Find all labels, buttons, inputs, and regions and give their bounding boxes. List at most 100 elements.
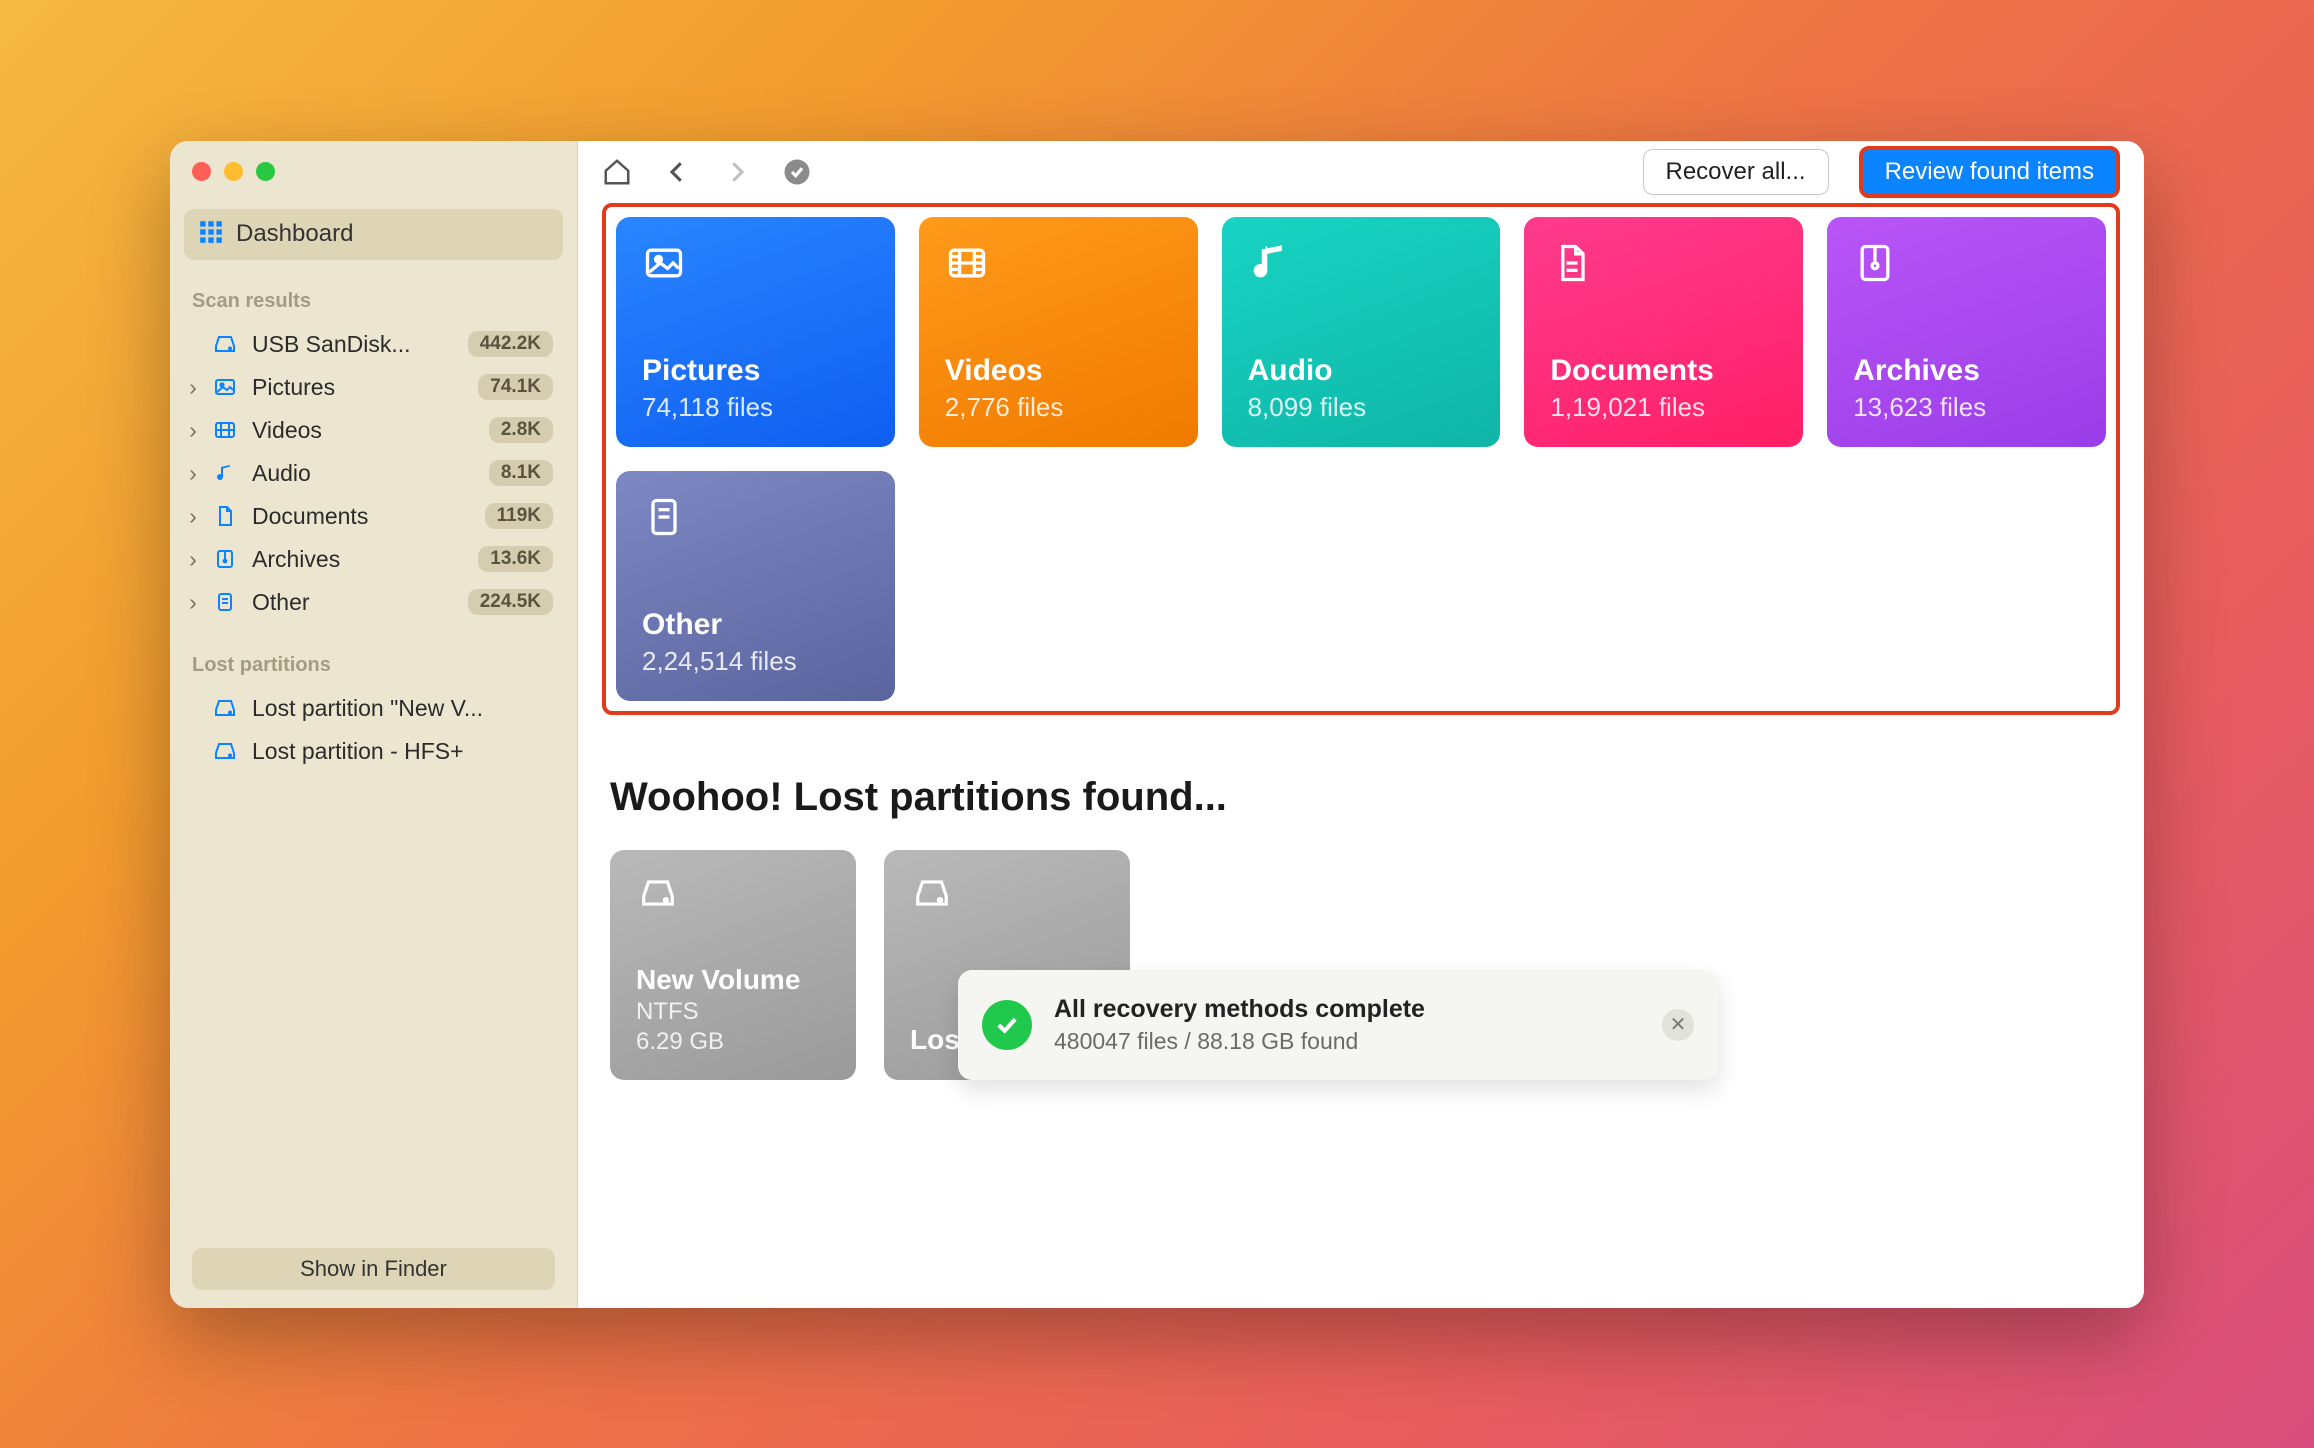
- check-circle-icon[interactable]: [782, 157, 812, 187]
- card-title: Audio: [1248, 354, 1475, 388]
- sidebar-item-dashboard[interactable]: Dashboard: [184, 209, 563, 260]
- partition-fs: NTFS: [636, 998, 830, 1026]
- sidebar-section-lost-partitions: Lost partitions: [184, 624, 563, 687]
- drive-icon: [636, 874, 830, 917]
- close-window-button[interactable]: [192, 162, 211, 181]
- count-badge: 74.1K: [478, 374, 553, 400]
- partition-size: 6.29 GB: [636, 1028, 830, 1056]
- sidebar-item-audio[interactable]: › Audio 8.1K: [184, 452, 563, 495]
- card-title: Other: [642, 608, 869, 642]
- toolbar: Recover all... Review found items: [578, 141, 2144, 203]
- app-window: Dashboard Scan results › USB SanDisk... …: [170, 141, 2144, 1308]
- show-in-finder-button[interactable]: Show in Finder: [192, 1248, 555, 1290]
- card-subtitle: 74,118 files: [642, 392, 869, 423]
- chevron-right-icon[interactable]: ›: [184, 460, 202, 487]
- drive-icon: [210, 332, 240, 356]
- count-badge: 8.1K: [489, 460, 553, 486]
- music-note-icon: [210, 461, 240, 485]
- image-icon: [642, 241, 869, 301]
- lost-partitions-heading: Woohoo! Lost partitions found...: [602, 715, 2120, 850]
- card-subtitle: 1,19,021 files: [1550, 392, 1777, 423]
- card-title: Documents: [1550, 354, 1777, 388]
- card-subtitle: 2,24,514 files: [642, 646, 869, 677]
- sidebar-item-label: Videos: [248, 417, 481, 444]
- sidebar-item-documents[interactable]: › Documents 119K: [184, 495, 563, 538]
- category-card-grid: Pictures 74,118 files Videos 2,776 files…: [602, 203, 2120, 715]
- sidebar-item-label: Audio: [248, 460, 481, 487]
- sidebar-drive-label: USB SanDisk...: [248, 331, 460, 358]
- toast-title: All recovery methods complete: [1054, 995, 1640, 1024]
- card-subtitle: 2,776 files: [945, 392, 1172, 423]
- sidebar-item-pictures[interactable]: › Pictures 74.1K: [184, 366, 563, 409]
- window-titlebar: [170, 141, 577, 203]
- chevron-right-icon[interactable]: ›: [184, 417, 202, 444]
- archive-icon: [1853, 241, 2080, 301]
- image-icon: [210, 375, 240, 399]
- category-card-archives[interactable]: Archives 13,623 files: [1827, 217, 2106, 447]
- count-badge: 2.8K: [489, 417, 553, 443]
- card-title: Archives: [1853, 354, 2080, 388]
- grid-icon: [198, 219, 224, 250]
- sidebar-item-videos[interactable]: › Videos 2.8K: [184, 409, 563, 452]
- partition-title: New Volume: [636, 964, 830, 996]
- drive-icon: [210, 696, 240, 720]
- category-card-videos[interactable]: Videos 2,776 files: [919, 217, 1198, 447]
- sidebar-item-archives[interactable]: › Archives 13.6K: [184, 538, 563, 581]
- sidebar-item-label: Archives: [248, 546, 470, 573]
- forward-button: [722, 157, 752, 187]
- card-title: Pictures: [642, 354, 869, 388]
- recovery-complete-toast: All recovery methods complete 480047 fil…: [958, 970, 1718, 1080]
- sidebar-item-lost-partition[interactable]: Lost partition "New V...: [184, 687, 563, 730]
- sidebar-item-label: Lost partition - HFS+: [248, 738, 553, 765]
- review-found-items-button[interactable]: Review found items: [1859, 146, 2120, 198]
- page-icon: [642, 495, 869, 555]
- sidebar-item-label: Other: [248, 589, 460, 616]
- zoom-window-button[interactable]: [256, 162, 275, 181]
- card-title: Videos: [945, 354, 1172, 388]
- sidebar-dashboard-label: Dashboard: [236, 220, 353, 248]
- check-icon: [982, 1000, 1032, 1050]
- music-note-icon: [1248, 241, 1475, 301]
- drive-icon: [910, 874, 1104, 917]
- content-area: Pictures 74,118 files Videos 2,776 files…: [578, 203, 2144, 1080]
- count-badge: 224.5K: [468, 589, 553, 615]
- category-card-audio[interactable]: Audio 8,099 files: [1222, 217, 1501, 447]
- card-subtitle: 13,623 files: [1853, 392, 2080, 423]
- minimize-window-button[interactable]: [224, 162, 243, 181]
- category-card-documents[interactable]: Documents 1,19,021 files: [1524, 217, 1803, 447]
- home-icon[interactable]: [602, 157, 632, 187]
- chevron-right-icon[interactable]: ›: [184, 546, 202, 573]
- chevron-right-icon[interactable]: ›: [184, 503, 202, 530]
- sidebar-item-other[interactable]: › Other 224.5K: [184, 581, 563, 624]
- sidebar-item-label: Pictures: [248, 374, 470, 401]
- sidebar-drive-badge: 442.2K: [468, 331, 553, 357]
- sidebar-item-lost-partition[interactable]: Lost partition - HFS+: [184, 730, 563, 773]
- partition-card-row: New Volume NTFS 6.29 GB Lost partiti... …: [602, 850, 2120, 1080]
- sidebar-item-label: Lost partition "New V...: [248, 695, 553, 722]
- sidebar-item-drive[interactable]: › USB SanDisk... 442.2K: [184, 323, 563, 366]
- film-icon: [210, 418, 240, 442]
- partition-card[interactable]: New Volume NTFS 6.29 GB: [610, 850, 856, 1080]
- page-icon: [210, 590, 240, 614]
- document-icon: [1550, 241, 1777, 301]
- archive-icon: [210, 547, 240, 571]
- category-card-pictures[interactable]: Pictures 74,118 files: [616, 217, 895, 447]
- close-toast-button[interactable]: ✕: [1662, 1009, 1694, 1041]
- chevron-right-icon[interactable]: ›: [184, 374, 202, 401]
- sidebar-section-scan-results: Scan results: [184, 260, 563, 323]
- count-badge: 119K: [485, 503, 553, 529]
- category-card-other[interactable]: Other 2,24,514 files: [616, 471, 895, 701]
- sidebar-item-label: Documents: [248, 503, 477, 530]
- drive-icon: [210, 739, 240, 763]
- main-panel: Recover all... Review found items Pictur…: [578, 141, 2144, 1308]
- sidebar-content: Dashboard Scan results › USB SanDisk... …: [170, 203, 577, 1248]
- document-icon: [210, 504, 240, 528]
- toast-subtitle: 480047 files / 88.18 GB found: [1054, 1028, 1640, 1055]
- film-icon: [945, 241, 1172, 301]
- recover-all-button[interactable]: Recover all...: [1643, 149, 1829, 195]
- back-button[interactable]: [662, 157, 692, 187]
- card-subtitle: 8,099 files: [1248, 392, 1475, 423]
- sidebar: Dashboard Scan results › USB SanDisk... …: [170, 141, 578, 1308]
- count-badge: 13.6K: [478, 546, 553, 572]
- chevron-right-icon[interactable]: ›: [184, 589, 202, 616]
